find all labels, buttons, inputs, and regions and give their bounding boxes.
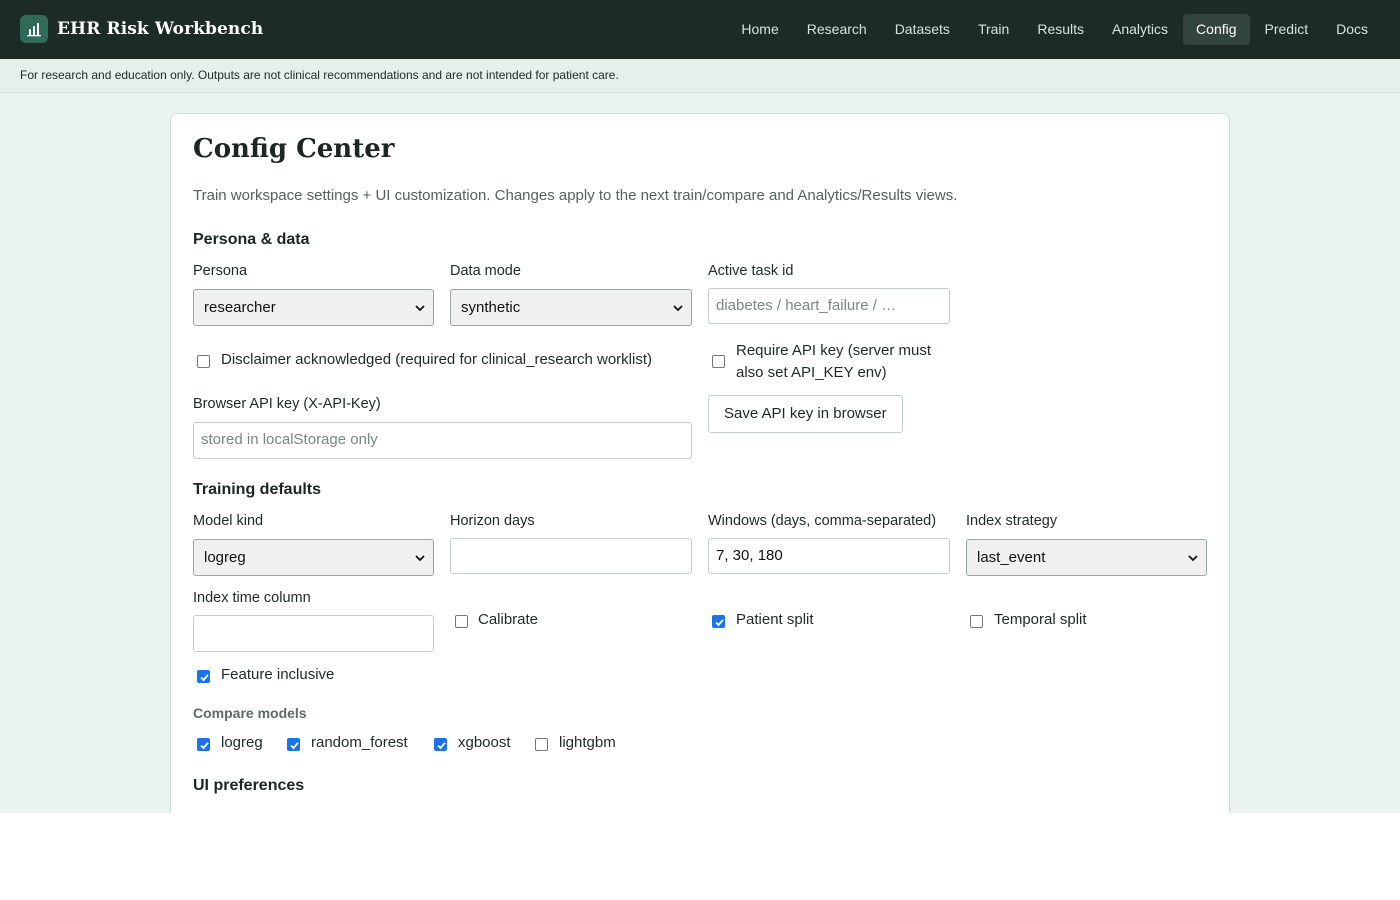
compare-lightgbm-label: lightgbm — [559, 734, 616, 751]
windows-label: Windows (days, comma-separated) — [708, 513, 937, 529]
calibrate-label: Calibrate — [478, 611, 539, 628]
model-kind-label: Model kind — [193, 513, 264, 529]
horizon-days-label: Horizon days — [450, 513, 535, 529]
compare-models-label: Compare models — [193, 705, 307, 721]
nav-datasets[interactable]: Datasets — [882, 14, 963, 45]
brand[interactable]: EHR Risk Workbench — [20, 15, 263, 43]
index-strategy-select-value: last_event — [977, 549, 1046, 566]
active-task-placeholder: diabetes / heart_failure / … — [716, 297, 897, 314]
persona-label: Persona — [193, 263, 248, 279]
index-strategy-label: Index strategy — [966, 513, 1058, 529]
temporal-split-checkbox[interactable] — [970, 615, 983, 628]
browser-api-key-input[interactable]: stored in localStorage only — [193, 422, 692, 459]
index-time-column-input[interactable] — [193, 615, 434, 652]
checkmark-icon — [290, 742, 299, 750]
horizon-days-input[interactable] — [450, 538, 692, 574]
persona-select-value: researcher — [204, 299, 276, 316]
nav-analytics[interactable]: Analytics — [1099, 14, 1181, 45]
index-strategy-select[interactable]: last_event — [966, 539, 1207, 576]
disclaimer-banner: For research and education only. Outputs… — [0, 59, 1400, 93]
windows-input[interactable]: 7, 30, 180 — [708, 538, 950, 574]
persona-select[interactable]: researcher — [193, 289, 434, 326]
chevron-down-icon — [1188, 555, 1198, 562]
compare-logreg-label: logreg — [221, 734, 263, 751]
calibrate-checkbox[interactable] — [455, 615, 468, 628]
nav-results[interactable]: Results — [1024, 14, 1097, 45]
section-heading-persona: Persona & data — [193, 231, 310, 248]
patient-split-label: Patient split — [736, 611, 814, 628]
model-kind-select[interactable]: logreg — [193, 539, 434, 576]
data-mode-select-value: synthetic — [461, 299, 521, 316]
require-api-key-label-line2: also set API_KEY env) — [736, 364, 887, 381]
index-time-column-label: Index time column — [193, 590, 311, 606]
section-heading-ui-preferences: UI preferences — [193, 777, 305, 794]
active-task-label: Active task id — [708, 263, 794, 279]
nav-config[interactable]: Config — [1183, 14, 1250, 45]
app-viewport: EHR Risk Workbench Home Research Dataset… — [0, 0, 1400, 813]
compare-random-forest-checkbox[interactable] — [287, 738, 300, 751]
temporal-split-label: Temporal split — [994, 611, 1087, 628]
config-card: Config Center Train workspace settings +… — [170, 113, 1230, 813]
feature-inclusive-label: Feature inclusive — [221, 666, 335, 683]
nav-docs[interactable]: Docs — [1323, 14, 1381, 45]
app-title: EHR Risk Workbench — [57, 19, 264, 39]
nav-train[interactable]: Train — [965, 14, 1022, 45]
require-api-key-label-line1: Require API key (server must — [736, 342, 932, 359]
page-title: Config Center — [193, 134, 395, 164]
browser-api-key-label: Browser API key (X-API-Key) — [193, 396, 381, 412]
patient-split-checkbox[interactable] — [712, 615, 725, 628]
chevron-down-icon — [415, 555, 425, 562]
nav-home[interactable]: Home — [728, 14, 791, 45]
compare-random-forest-label: random_forest — [311, 734, 408, 751]
data-mode-select[interactable]: synthetic — [450, 289, 692, 326]
feature-inclusive-checkbox[interactable] — [197, 670, 210, 683]
save-api-key-button[interactable]: Save API key in browser — [708, 395, 903, 433]
compare-logreg-checkbox[interactable] — [197, 738, 210, 751]
windows-value: 7, 30, 180 — [716, 547, 783, 564]
active-task-input[interactable]: diabetes / heart_failure / … — [708, 288, 950, 324]
disclaimer-ack-label: Disclaimer acknowledged (required for cl… — [221, 351, 652, 368]
top-navbar: EHR Risk Workbench Home Research Dataset… — [0, 0, 1400, 59]
chevron-down-icon — [415, 305, 425, 312]
bar-chart-icon — [20, 15, 48, 43]
main-nav: Home Research Datasets Train Results Ana… — [728, 14, 1381, 45]
require-api-key-label: Require API key (server must also set AP… — [736, 340, 931, 384]
checkmark-icon — [437, 742, 446, 750]
model-kind-select-value: logreg — [204, 549, 246, 566]
compare-lightgbm-checkbox[interactable] — [535, 738, 548, 751]
nav-predict[interactable]: Predict — [1252, 14, 1322, 45]
require-api-key-checkbox[interactable] — [712, 355, 725, 368]
page-subtitle: Train workspace settings + UI customizat… — [193, 187, 958, 204]
chevron-down-icon — [673, 305, 683, 312]
compare-xgboost-checkbox[interactable] — [434, 738, 447, 751]
checkmark-icon — [200, 674, 209, 682]
checkmark-icon — [200, 742, 209, 750]
disclaimer-ack-checkbox[interactable] — [197, 355, 210, 368]
section-heading-training: Training defaults — [193, 481, 322, 498]
nav-research[interactable]: Research — [794, 14, 880, 45]
browser-api-key-placeholder: stored in localStorage only — [201, 431, 378, 448]
data-mode-label: Data mode — [450, 263, 521, 279]
checkmark-icon — [715, 619, 724, 627]
compare-xgboost-label: xgboost — [458, 734, 511, 751]
